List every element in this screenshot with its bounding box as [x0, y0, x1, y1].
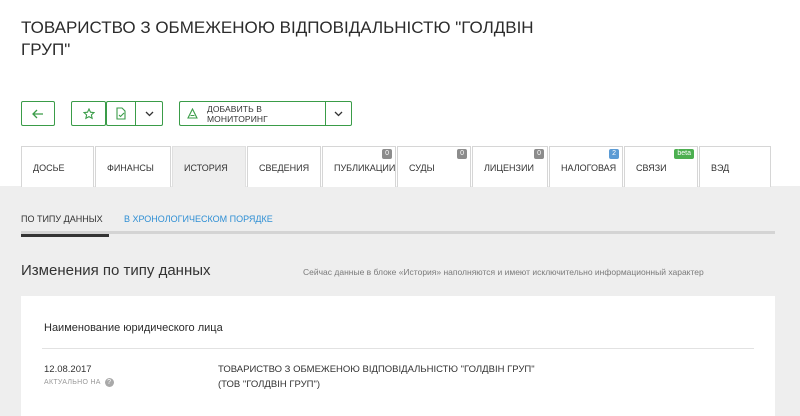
- export-dropdown-button[interactable]: [135, 101, 163, 126]
- favorite-button[interactable]: [71, 101, 106, 126]
- export-document-button[interactable]: [106, 101, 135, 126]
- count-badge: 0: [457, 149, 467, 159]
- document-check-icon: [116, 107, 126, 120]
- star-icon: [82, 107, 95, 119]
- subtab-by-type[interactable]: ПО ТИПУ ДАННЫХ: [21, 214, 109, 237]
- arrow-left-icon: [32, 109, 43, 118]
- tab-publications[interactable]: ПУБЛИКАЦИИ 0: [322, 146, 396, 187]
- history-subtabs: ПО ТИПУ ДАННЫХ В ХРОНОЛОГИЧЕСКОМ ПОРЯДКЕ: [21, 211, 775, 237]
- chevron-down-icon: [145, 111, 153, 116]
- tab-licenses[interactable]: ЛИЦЕНЗИИ 0: [472, 146, 548, 187]
- chevron-down-icon: [334, 111, 343, 116]
- actual-on-label: АКТУАЛЬНО НА ?: [44, 378, 114, 387]
- history-card: Наименование юридического лица 12.08.201…: [21, 296, 775, 416]
- tab-tax[interactable]: НАЛОГОВАЯ 2: [549, 146, 623, 187]
- company-short-name-value: (ТОВ "ГОЛДВІН ГРУП"): [218, 379, 320, 390]
- change-date: 12.08.2017: [44, 364, 92, 375]
- back-button[interactable]: [21, 101, 55, 126]
- count-badge: 0: [534, 149, 544, 159]
- divider: [42, 348, 754, 349]
- tab-ved[interactable]: ВЭД: [699, 146, 771, 187]
- add-monitoring-label: ДОБАВИТЬ В МОНИТОРИНГ: [206, 103, 268, 124]
- monitoring-icon: [187, 108, 198, 119]
- tab-dossier[interactable]: ДОСЬЕ: [21, 146, 94, 187]
- beta-badge: beta: [674, 149, 694, 159]
- section-note: Сейчас данные в блоке «История» наполняю…: [303, 267, 704, 277]
- tab-courts[interactable]: СУДЫ 0: [397, 146, 471, 187]
- monitoring-dropdown-button[interactable]: [325, 101, 352, 126]
- tab-history[interactable]: ИСТОРИЯ: [172, 146, 246, 187]
- tab-finances[interactable]: ФИНАНСЫ: [95, 146, 171, 187]
- tab-connections[interactable]: СВЯЗИ beta: [624, 146, 698, 187]
- company-name-value: ТОВАРИСТВО З ОБМЕЖЕНОЮ ВІДПОВІДАЛЬНІСТЮ …: [218, 364, 535, 375]
- add-monitoring-button[interactable]: ДОБАВИТЬ В МОНИТОРИНГ: [179, 101, 325, 126]
- subtab-chronological[interactable]: В ХРОНОЛОГИЧЕСКОМ ПОРЯДКЕ: [124, 214, 273, 224]
- question-icon[interactable]: ?: [104, 378, 114, 387]
- count-badge: 2: [609, 149, 619, 159]
- tab-info[interactable]: СВЕДЕНИЯ: [247, 146, 321, 187]
- page-title: ТОВАРИСТВО З ОБМЕЖЕНОЮ ВІДПОВІДАЛЬНІСТЮ …: [21, 18, 534, 59]
- card-title: Наименование юридического лица: [44, 322, 223, 334]
- section-title: Изменения по типу данных: [21, 262, 211, 279]
- count-badge: 0: [382, 149, 392, 159]
